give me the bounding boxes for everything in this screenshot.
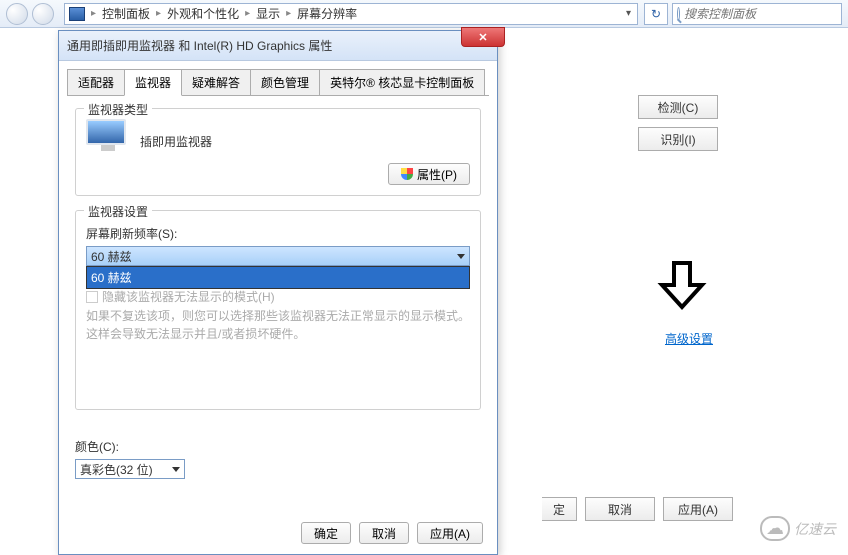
refresh-rate-dropdown: 60 赫兹 (86, 266, 470, 289)
search-box[interactable] (672, 3, 842, 25)
color-label: 颜色(C): (75, 438, 481, 455)
hide-modes-label: 隐藏该监视器无法显示的模式(H) (102, 288, 275, 305)
dialog-title: 通用即插即用监视器 和 Intel(R) HD Graphics 属性 (67, 37, 332, 54)
chevron-right-icon: ▸ (89, 8, 98, 19)
hide-modes-help: 如果不复选该项，则您可以选择那些该监视器无法正常显示的显示模式。这样会导致无法显… (86, 307, 470, 343)
refresh-button[interactable]: ↻ (644, 3, 668, 25)
back-button[interactable] (6, 3, 28, 25)
properties-button-label: 属性(P) (417, 166, 457, 183)
forward-button[interactable] (32, 3, 54, 25)
address-bar: ▸ 控制面板 ▸ 外观和个性化 ▸ 显示 ▸ 屏幕分辨率 ▾ ↻ (0, 0, 848, 28)
close-button[interactable]: ✕ (461, 27, 505, 47)
dialog-content: 监视器类型 插即用监视器 属性(P) 监视器设置 屏幕刷新频率(S): 60 赫… (59, 96, 497, 491)
crumb-resolution[interactable]: 屏幕分辨率 (293, 5, 361, 22)
dialog-tabs: 适配器 监视器 疑难解答 颜色管理 英特尔® 核芯显卡控制面板 (67, 69, 489, 96)
nav-back-forward (0, 3, 60, 25)
apply-button[interactable]: 应用(A) (417, 522, 483, 544)
search-icon (677, 7, 680, 21)
refresh-rate-label: 屏幕刷新频率(S): (86, 225, 470, 242)
monitor-type-group: 监视器类型 插即用监视器 属性(P) (75, 108, 481, 196)
identify-button[interactable]: 识别(I) (638, 127, 718, 151)
tab-color-management[interactable]: 颜色管理 (250, 69, 320, 95)
crumb-control-panel[interactable]: 控制面板 (98, 5, 154, 22)
color-select[interactable]: 真彩色(32 位) (75, 459, 185, 479)
tab-monitor[interactable]: 监视器 (124, 69, 182, 96)
refresh-rate-value: 60 赫兹 (91, 248, 132, 265)
chevron-right-icon: ▸ (284, 8, 293, 19)
refresh-icon: ↻ (651, 7, 661, 21)
refresh-rate-select[interactable]: 60 赫兹 60 赫兹 (86, 246, 470, 266)
search-input[interactable] (684, 7, 841, 21)
bg-bottom-buttons: 定 取消 应用(A) (542, 497, 733, 521)
detect-button[interactable]: 检测(C) (638, 95, 718, 119)
color-row: 颜色(C): 真彩色(32 位) (75, 438, 481, 479)
shield-icon (401, 168, 413, 180)
monitor-settings-group: 监视器设置 屏幕刷新频率(S): 60 赫兹 60 赫兹 隐藏该监视器无法显示的… (75, 210, 481, 410)
hide-modes-checkbox[interactable] (86, 291, 98, 303)
crumb-display[interactable]: 显示 (252, 5, 284, 22)
dialog-titlebar[interactable]: 通用即插即用监视器 和 Intel(R) HD Graphics 属性 ✕ (59, 31, 497, 61)
control-panel-icon (69, 7, 85, 21)
bg-side-buttons: 检测(C) 识别(I) (638, 95, 718, 151)
tab-adapter[interactable]: 适配器 (67, 69, 125, 95)
ok-button[interactable]: 确定 (301, 522, 351, 544)
chevron-right-icon: ▸ (154, 8, 163, 19)
color-value: 真彩色(32 位) (80, 461, 153, 478)
breadcrumb-box[interactable]: ▸ 控制面板 ▸ 外观和个性化 ▸ 显示 ▸ 屏幕分辨率 ▾ (64, 3, 638, 25)
breadcrumb-dropdown-icon[interactable]: ▾ (620, 8, 637, 19)
bg-apply-button[interactable]: 应用(A) (663, 497, 733, 521)
dialog-button-row: 确定 取消 应用(A) (301, 522, 483, 544)
chevron-down-icon (457, 254, 465, 259)
bg-ok-button[interactable]: 定 (542, 497, 577, 521)
cancel-button[interactable]: 取消 (359, 522, 409, 544)
properties-button[interactable]: 属性(P) (388, 163, 470, 185)
crumb-appearance[interactable]: 外观和个性化 (163, 5, 243, 22)
watermark-text: 亿速云 (794, 519, 836, 539)
monitor-type-label: 监视器类型 (84, 101, 152, 118)
monitor-name: 插即用监视器 (140, 119, 212, 150)
annotation-arrow-down-2 (655, 258, 709, 312)
monitor-properties-dialog: 通用即插即用监视器 和 Intel(R) HD Graphics 属性 ✕ 适配… (58, 30, 498, 555)
refresh-rate-option[interactable]: 60 赫兹 (87, 267, 469, 288)
tab-troubleshoot[interactable]: 疑难解答 (181, 69, 251, 95)
chevron-right-icon: ▸ (243, 8, 252, 19)
monitor-icon (86, 119, 130, 155)
advanced-settings-link[interactable]: 高级设置 (665, 330, 713, 347)
hide-modes-row: 隐藏该监视器无法显示的模式(H) (86, 288, 470, 305)
monitor-settings-label: 监视器设置 (84, 203, 152, 220)
bg-cancel-button[interactable]: 取消 (585, 497, 655, 521)
cloud-icon: ☁ (760, 516, 790, 541)
chevron-down-icon (172, 467, 180, 472)
watermark: ☁ 亿速云 (760, 516, 836, 541)
tab-intel-graphics[interactable]: 英特尔® 核芯显卡控制面板 (319, 69, 485, 95)
